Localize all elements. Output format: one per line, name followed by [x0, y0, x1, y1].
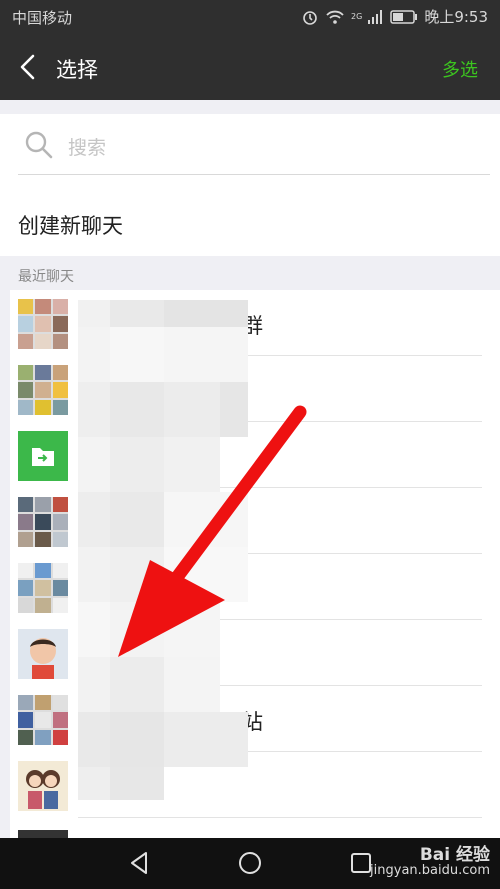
search-bar[interactable]: 搜索	[10, 114, 490, 176]
watermark-url: jingyan.baidu.com	[370, 863, 490, 878]
battery-icon	[390, 9, 418, 24]
home-circle-icon[interactable]	[237, 850, 263, 876]
network-type-label: 2G	[351, 12, 363, 21]
status-bar: 中国移动 2G 晚上9:53	[0, 0, 500, 34]
group-avatar	[18, 563, 68, 613]
header-gap	[0, 100, 500, 114]
group-avatar	[18, 299, 68, 349]
search-underline	[18, 174, 490, 175]
group-avatar	[18, 365, 68, 415]
page-title: 选择	[56, 58, 98, 82]
contact-avatar	[18, 761, 68, 811]
back-icon[interactable]	[14, 52, 44, 82]
create-new-chat-label: 创建新聊天	[18, 214, 123, 238]
privacy-pixelation	[78, 300, 248, 800]
recent-chats-label: 最近聊天	[18, 269, 74, 285]
title-bar: 选择 多选	[0, 34, 500, 100]
recent-chats-header: 最近聊天	[0, 256, 500, 290]
search-icon	[25, 131, 53, 159]
clock-label: 晚上9:53	[424, 8, 488, 26]
signal-icon	[368, 9, 383, 24]
baby-photo-icon	[18, 629, 68, 679]
system-nav-bar: Bai 经验 jingyan.baidu.com	[0, 838, 500, 889]
search-input[interactable]: 搜索	[68, 133, 106, 160]
carrier-label: 中国移动	[12, 9, 73, 27]
alarm-icon	[303, 10, 317, 25]
file-transfer-avatar	[18, 431, 68, 481]
back-triangle-icon[interactable]	[126, 850, 152, 876]
cartoon-avatar-icon	[18, 761, 68, 811]
group-avatar	[18, 695, 68, 745]
watermark-brand: Bai 经验	[419, 845, 490, 865]
multi-select-button[interactable]: 多选	[442, 56, 478, 82]
contact-avatar	[18, 830, 68, 838]
group-avatar	[18, 497, 68, 547]
left-margin-strip	[0, 290, 10, 840]
folder-transfer-icon	[32, 448, 54, 466]
create-new-chat-item[interactable]: 创建新聊天	[0, 176, 500, 256]
baidu-watermark: Bai 经验 jingyan.baidu.com	[370, 845, 490, 879]
wifi-icon	[326, 10, 344, 24]
status-icons: 2G 晚上9:53	[301, 6, 488, 27]
chat-row-partial[interactable]	[10, 818, 500, 838]
contact-avatar	[18, 629, 68, 679]
